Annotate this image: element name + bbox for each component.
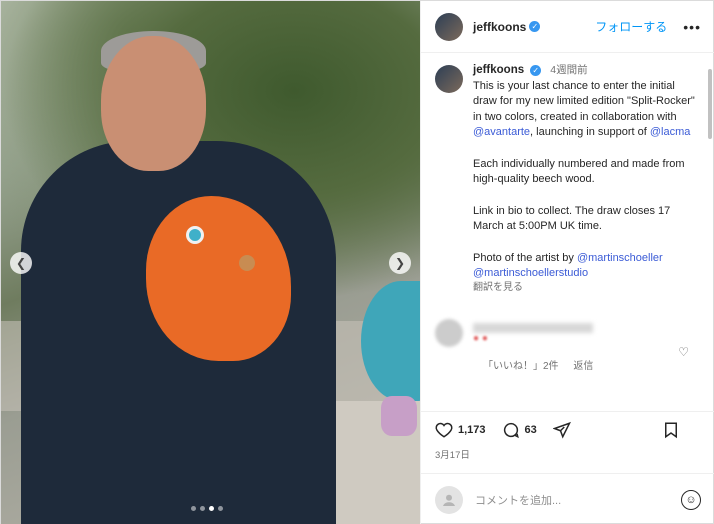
verified-badge-icon: ✓ [529,21,541,32]
caption-body: jeffkoons ✓ 4週間前 This is your last chanc… [473,63,698,295]
caption-username[interactable]: jeffkoons [473,64,524,76]
save-button[interactable] [662,421,685,439]
mention-link[interactable]: @martinschoeller [577,252,663,264]
caption-text: , launching in support of [530,126,650,138]
photo-credit: Photo of the artist by @martinschoeller … [473,251,698,282]
translate-link[interactable]: 翻訳を見る [473,280,698,296]
share-button[interactable] [552,421,576,439]
person-head [101,36,206,171]
heart-icon [435,422,453,438]
caption-paragraph: Link in bio to collect. The draw closes … [473,204,671,233]
add-comment-input[interactable]: コメントを追加... [475,492,561,508]
comment-content: ● ● [463,319,593,347]
post-header: jeffkoons ✓ フォローする ••• [421,1,714,53]
sculpture-knob [239,255,255,271]
comments-count: 63 [524,423,537,436]
post-side-panel: jeffkoons ✓ フォローする ••• jeffkoons ✓ 4週間前 … [420,1,714,524]
blurred-emoji: ● ● [473,333,488,344]
sculpture-eye [186,226,204,244]
caption-paragraph: jeffkoons ✓ 4週間前 This is your last chanc… [473,63,698,141]
verified-badge-icon: ✓ [530,64,542,76]
instagram-post-modal: ❮ ❯ jeffkoons ✓ フォローする ••• jeffkoons ✓ 4… [0,0,714,524]
comment-row: ● ● ♡ [435,319,701,359]
post-time: 4週間前 [550,64,588,76]
comment-meta: 「いいね！」2件 返信 [483,357,701,372]
paper-plane-icon [552,421,571,439]
caption-avatar[interactable] [435,65,463,93]
carousel-dot [218,506,223,511]
pink-sculpture [381,396,417,436]
caption-paragraph: Each individually numbered and made from… [473,157,685,186]
mention-link[interactable]: @avantarte [473,126,530,138]
chevron-right-icon[interactable]: ❯ [389,252,411,274]
action-bar: 1,173 63 [421,411,714,447]
more-options-icon[interactable]: ••• [683,19,701,35]
comment-likes[interactable]: 「いいね！」2件 [483,361,559,372]
bookmark-icon [665,422,677,438]
blurred-comment-text [473,323,593,333]
comment-bubble-icon [503,422,519,438]
likes-count: 1,173 [458,423,486,436]
caption-text: This is your last chance to enter the in… [473,79,695,123]
smiley-icon[interactable]: ☺ [681,489,701,510]
comment-reply[interactable]: 返信 [573,361,593,372]
post-date: 3月17日 [435,450,470,461]
mention-link[interactable]: @martinschoellerstudio [473,267,588,279]
carousel-dot-active [209,506,214,511]
carousel-dot [200,506,205,511]
comment-like-icon[interactable]: ♡ [678,345,689,359]
post-photo: ❮ ❯ [1,1,420,524]
comment-button[interactable]: 63 [502,421,537,439]
author-avatar[interactable] [435,12,463,41]
carousel-dot [191,506,196,511]
user-avatar-icon [435,485,463,514]
like-button[interactable]: 1,173 [435,421,486,439]
credit-prefix: Photo of the artist by [473,251,577,264]
scrollbar-thumb[interactable] [708,69,712,139]
chevron-left-icon[interactable]: ❮ [10,252,32,274]
caption: jeffkoons ✓ 4週間前 This is your last chanc… [435,63,701,295]
comments-area[interactable]: jeffkoons ✓ 4週間前 This is your last chanc… [421,53,714,403]
commenter-avatar[interactable] [435,319,463,347]
add-comment-bar: コメントを追加... ☺ [421,473,714,524]
comments-scrollbar[interactable] [707,59,713,399]
author-username[interactable]: jeffkoons [473,20,526,34]
carousel-dots [191,506,223,511]
mention-link[interactable]: @lacma [650,126,691,138]
follow-button[interactable]: フォローする [595,18,667,35]
